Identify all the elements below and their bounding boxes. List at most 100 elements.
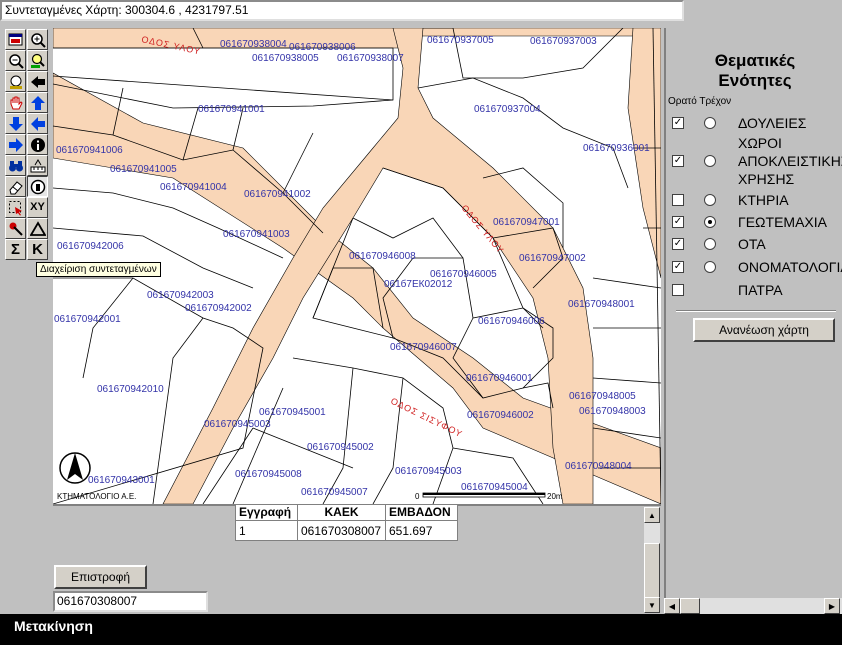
- layer-current-radio[interactable]: [704, 216, 716, 228]
- layer-visible-checkbox[interactable]: [672, 284, 684, 296]
- sum-icon[interactable]: Σ: [5, 239, 26, 260]
- kaek-input[interactable]: 061670308007: [53, 591, 208, 612]
- k-icon[interactable]: K: [27, 239, 48, 260]
- identify-icon[interactable]: [27, 176, 48, 197]
- parcel-label[interactable]: 061670945003: [204, 419, 271, 430]
- layers-panel: Θεματικές Ενότητες Ορατό Τρέχον ✓ ΔΟΥΛΕΙ…: [664, 28, 842, 614]
- parcel-label[interactable]: 061670946008: [349, 251, 416, 262]
- layer-current-radio[interactable]: [704, 238, 716, 250]
- parcel-label[interactable]: 061670938004: [220, 39, 287, 50]
- app-window: Συντεταγμένες Χάρτη: 300304.6 , 4231797.…: [0, 0, 842, 645]
- scroll-thumb-h[interactable]: [680, 598, 700, 614]
- parcel-label[interactable]: 061670942002: [185, 303, 252, 314]
- pan-right-icon[interactable]: [5, 134, 26, 155]
- pan-up-icon[interactable]: [27, 92, 48, 113]
- back-arrow-icon[interactable]: [27, 71, 48, 92]
- parcel-label[interactable]: 061670938007: [337, 53, 404, 64]
- col-kaek: ΚΑΕΚ: [297, 504, 386, 521]
- col-current: Τρέχον: [699, 96, 732, 107]
- col-area: ΕΜΒΑΔΟΝ: [385, 504, 458, 521]
- scroll-down-icon[interactable]: ▼: [644, 597, 660, 613]
- panel-title-line2: Ενότητες: [718, 71, 792, 90]
- measure-icon[interactable]: [27, 155, 48, 176]
- eraser-icon[interactable]: [5, 176, 26, 197]
- parcel-label[interactable]: 061670937004: [474, 104, 541, 115]
- layer-visible-checkbox[interactable]: ✓: [672, 238, 684, 250]
- scroll-left-icon[interactable]: ◀: [664, 598, 680, 614]
- layer-visible-checkbox[interactable]: ✓: [672, 216, 684, 228]
- pan-down-icon[interactable]: [5, 113, 26, 134]
- scale-label: 0: [415, 492, 420, 501]
- parcel-label[interactable]: 061670945001: [259, 407, 326, 418]
- results-table: Εγγραφή ΚΑΕΚ ΕΜΒΑΔΟΝ 1 061670308007 651.…: [235, 504, 458, 541]
- parcel-label[interactable]: 061670941004: [160, 182, 227, 193]
- layer-current-radio[interactable]: [704, 117, 716, 129]
- xy-coordinates-icon[interactable]: XY: [27, 197, 48, 218]
- layer-visible-checkbox[interactable]: ✓: [672, 155, 684, 167]
- parcel-label[interactable]: 061670946002: [467, 410, 534, 421]
- pan-hand-icon[interactable]: [5, 92, 26, 113]
- cell-record: 1: [235, 520, 298, 541]
- parcel-label[interactable]: 061670948004: [565, 461, 632, 472]
- layer-name: ΟΝΟΜΑΤΟΛΟΓΙΑ: [738, 259, 842, 275]
- parcel-label[interactable]: 061670946007: [390, 342, 457, 353]
- parcel-label[interactable]: 061670946001: [466, 373, 533, 384]
- parcel-label[interactable]: 061670938005: [252, 53, 319, 64]
- panel-h-scrollbar[interactable]: ◀ ▶: [664, 598, 842, 614]
- parcel-label[interactable]: 061670947002: [519, 253, 586, 264]
- layer-current-radio[interactable]: [704, 194, 716, 206]
- parcel-label[interactable]: 061670942001: [54, 314, 121, 325]
- parcel-label[interactable]: 061670942006: [57, 241, 124, 252]
- triangle-icon[interactable]: [27, 218, 48, 239]
- parcel-label[interactable]: 061670938006: [289, 42, 356, 53]
- parcel-label[interactable]: 061670945004: [461, 482, 528, 493]
- binoculars-icon[interactable]: [5, 155, 26, 176]
- parcel-label[interactable]: 061670945002: [307, 442, 374, 453]
- back-button[interactable]: Επιστροφή: [54, 565, 147, 589]
- scroll-right-icon[interactable]: ▶: [824, 598, 840, 614]
- layer-name: ΔΟΥΛΕΙΕΣ: [738, 115, 807, 131]
- parcel-label[interactable]: 061670945003: [395, 466, 462, 477]
- layer-visible-checkbox[interactable]: ✓: [672, 261, 684, 273]
- parcel-label-special[interactable]: 061б7ЕК02012: [384, 278, 453, 290]
- table-row[interactable]: 1 061670308007 651.697: [235, 520, 458, 541]
- parcel-label[interactable]: 061670941005: [110, 164, 177, 175]
- parcel-label[interactable]: 061670937005: [427, 35, 494, 46]
- parcel-label[interactable]: 061670942010: [97, 384, 164, 395]
- parcel-label[interactable]: 061670941003: [223, 229, 290, 240]
- col-visible: Ορατό: [668, 96, 697, 107]
- select-box-icon[interactable]: [5, 197, 26, 218]
- pan-left-icon[interactable]: [27, 113, 48, 134]
- parcel-label[interactable]: 061670946006: [478, 316, 545, 327]
- parcel-label[interactable]: 061670943001: [88, 475, 155, 486]
- parcel-label[interactable]: 061670948003: [579, 406, 646, 417]
- layer-visible-checkbox[interactable]: [672, 194, 684, 206]
- parcel-label[interactable]: 061670945008: [235, 469, 302, 480]
- select-pointer-icon[interactable]: [5, 218, 26, 239]
- parcel-label[interactable]: 061670947001: [493, 217, 560, 228]
- parcel-label[interactable]: 061670941006: [56, 145, 123, 156]
- zoom-out-icon[interactable]: [5, 50, 26, 71]
- full-extent-icon[interactable]: [5, 29, 26, 50]
- parcel-label[interactable]: 061670941002: [244, 189, 311, 200]
- layer-current-radio[interactable]: [704, 261, 716, 273]
- parcel-label[interactable]: 061670942003: [147, 290, 214, 301]
- parcel-label[interactable]: 061670948005: [569, 391, 636, 402]
- parcel-label[interactable]: 061670937003: [530, 36, 597, 47]
- refresh-map-button[interactable]: Ανανέωση χάρτη: [693, 318, 835, 342]
- layer-visible-checkbox[interactable]: ✓: [672, 117, 684, 129]
- zoom-in-icon[interactable]: [27, 29, 48, 50]
- find-icon[interactable]: [5, 71, 26, 92]
- layer-current-radio[interactable]: [704, 155, 716, 167]
- info-icon[interactable]: [27, 134, 48, 155]
- results-scrollbar[interactable]: ▲ ▼: [644, 507, 660, 613]
- status-bar: Μετακίνηση: [0, 614, 842, 645]
- scroll-thumb[interactable]: [644, 543, 660, 599]
- scroll-up-icon[interactable]: ▲: [644, 507, 660, 523]
- parcel-label[interactable]: 061670936001: [583, 143, 650, 154]
- parcel-label[interactable]: 061670945007: [301, 487, 368, 498]
- parcel-label[interactable]: 061670948001: [568, 299, 635, 310]
- layer-name: ΠΑΤΡΑ: [738, 282, 783, 298]
- parcel-label[interactable]: 061670941001: [198, 104, 265, 115]
- zoom-previous-icon[interactable]: [27, 50, 48, 71]
